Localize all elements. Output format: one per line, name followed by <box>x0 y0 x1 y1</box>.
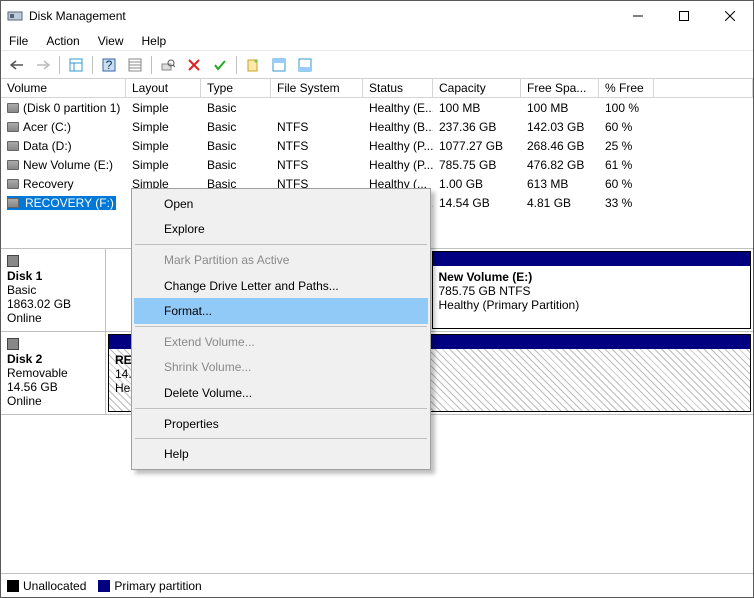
volume-name: New Volume (E:) <box>23 158 113 172</box>
menu-separator <box>135 326 427 327</box>
volume-name: RECOVERY (F:) <box>23 196 116 210</box>
window-title: Disk Management <box>29 9 615 23</box>
new-icon[interactable] <box>241 54 265 76</box>
toolbar-panel1-icon[interactable] <box>267 54 291 76</box>
legend-item: Primary partition <box>98 579 201 593</box>
col-type[interactable]: Type <box>201 79 271 98</box>
toolbar-view-icon[interactable] <box>64 54 88 76</box>
col-free-space[interactable]: Free Spa... <box>521 79 599 98</box>
toolbar: ? <box>1 51 753 79</box>
menu-separator <box>135 244 427 245</box>
svg-text:?: ? <box>106 58 113 72</box>
col-volume[interactable]: Volume <box>1 79 126 98</box>
volume-row[interactable]: Acer (C:)SimpleBasicNTFSHealthy (B...237… <box>1 117 753 136</box>
col-layout[interactable]: Layout <box>126 79 201 98</box>
volume-row[interactable]: Data (D:)SimpleBasicNTFSHealthy (P...107… <box>1 136 753 155</box>
disk-management-window: Disk Management File Action View Help ? … <box>0 0 754 598</box>
menu-file[interactable]: File <box>7 34 30 48</box>
context-menu: OpenExplore Mark Partition as ActiveChang… <box>131 188 431 470</box>
volume-name: Recovery <box>23 177 74 191</box>
menu-help[interactable]: Help <box>140 34 169 48</box>
volume-icon <box>7 160 19 170</box>
menu-separator <box>135 438 427 439</box>
volume-list-header: Volume Layout Type File System Status Ca… <box>1 79 753 98</box>
menu-item[interactable]: Delete Volume... <box>134 380 428 406</box>
volume-icon <box>7 122 19 132</box>
disk-info[interactable]: Disk 2Removable14.56 GBOnline <box>1 332 106 414</box>
volume-name: Data (D:) <box>23 139 72 153</box>
volume-icon <box>7 198 19 208</box>
menu-item[interactable]: Explore <box>134 217 428 243</box>
back-button[interactable] <box>5 54 29 76</box>
menu-item[interactable]: Help <box>134 441 428 467</box>
legend-item: Unallocated <box>7 579 86 593</box>
col-filesystem[interactable]: File System <box>271 79 363 98</box>
menu-item[interactable]: Open <box>134 191 428 217</box>
close-button[interactable] <box>707 1 753 31</box>
delete-icon[interactable] <box>182 54 206 76</box>
menu-item: Mark Partition as Active <box>134 247 428 273</box>
volume-icon <box>7 103 19 113</box>
menu-item: Shrink Volume... <box>134 355 428 381</box>
apply-icon[interactable] <box>208 54 232 76</box>
legend: Unallocated Primary partition <box>1 573 753 597</box>
col-spacer <box>654 79 753 98</box>
menu-item[interactable]: Format... <box>134 298 428 324</box>
app-icon <box>7 8 23 24</box>
menu-item[interactable]: Properties <box>134 411 428 437</box>
menu-item: Extend Volume... <box>134 329 428 355</box>
volume-icon <box>7 141 19 151</box>
menubar: File Action View Help <box>1 31 753 51</box>
col-capacity[interactable]: Capacity <box>433 79 521 98</box>
volume-row[interactable]: New Volume (E:)SimpleBasicNTFSHealthy (P… <box>1 155 753 174</box>
partition[interactable]: New Volume (E:)785.75 GB NTFSHealthy (Pr… <box>432 251 752 329</box>
volume-name: (Disk 0 partition 1) <box>23 101 120 115</box>
maximize-button[interactable] <box>661 1 707 31</box>
menu-view[interactable]: View <box>96 34 126 48</box>
toolbar-panel2-icon[interactable] <box>293 54 317 76</box>
volume-icon <box>7 179 19 189</box>
forward-button[interactable] <box>31 54 55 76</box>
menu-item[interactable]: Change Drive Letter and Paths... <box>134 273 428 299</box>
volume-name: Acer (C:) <box>23 120 71 134</box>
minimize-button[interactable] <box>615 1 661 31</box>
partition-header <box>433 252 751 266</box>
help-icon[interactable]: ? <box>97 54 121 76</box>
titlebar[interactable]: Disk Management <box>1 1 753 31</box>
menu-separator <box>135 408 427 409</box>
volume-row[interactable]: (Disk 0 partition 1)SimpleBasicHealthy (… <box>1 98 753 117</box>
disk-info[interactable]: Disk 1Basic1863.02 GBOnline <box>1 249 106 331</box>
toolbar-list-icon[interactable] <box>123 54 147 76</box>
col-pct-free[interactable]: % Free <box>599 79 654 98</box>
refresh-scan-icon[interactable] <box>156 54 180 76</box>
menu-action[interactable]: Action <box>44 34 81 48</box>
col-status[interactable]: Status <box>363 79 433 98</box>
